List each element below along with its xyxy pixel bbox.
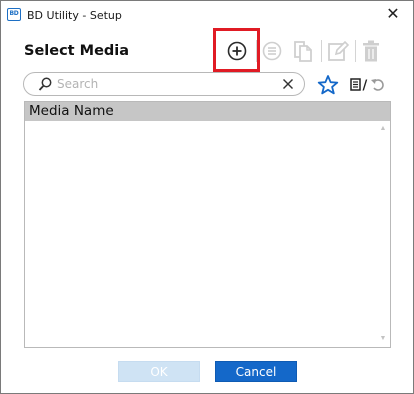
app-icon: BD: [7, 8, 21, 21]
add-media-button[interactable]: [226, 40, 248, 67]
document-icon: [350, 78, 361, 91]
search-icon: [38, 77, 52, 91]
toggle-separator: /: [363, 79, 368, 94]
delete-button[interactable]: [361, 39, 381, 68]
view-toggle[interactable]: /: [349, 76, 389, 99]
vertical-scrollbar[interactable]: ▲ ▼: [376, 121, 390, 347]
star-icon: [317, 75, 339, 95]
favorite-filter-button[interactable]: [317, 74, 339, 101]
column-header-media-name[interactable]: Media Name: [25, 102, 390, 121]
title-bar: BD BD Utility - Setup ✕: [1, 1, 413, 29]
copy-button[interactable]: [292, 39, 314, 68]
search-input[interactable]: [57, 75, 277, 93]
document-refresh-toggle: /: [350, 78, 384, 94]
edit-icon: [328, 40, 350, 61]
toolbar-separator: [355, 40, 356, 62]
copy-icon: [294, 41, 312, 62]
clear-search-icon[interactable]: [282, 78, 294, 90]
scroll-down-arrow[interactable]: ▼: [379, 335, 387, 343]
details-button[interactable]: [261, 40, 283, 67]
delete-icon: [363, 40, 379, 62]
list-circle-icon: [262, 41, 282, 61]
cancel-button[interactable]: Cancel: [215, 361, 297, 382]
ok-button[interactable]: OK: [118, 361, 200, 382]
refresh-icon: [371, 79, 384, 91]
toolbar-separator: [321, 40, 322, 62]
scroll-up-arrow[interactable]: ▲: [379, 125, 387, 133]
search-box: [23, 72, 305, 96]
window-title: BD Utility - Setup: [27, 9, 122, 22]
media-list[interactable]: Media Name ▲ ▼: [24, 101, 391, 348]
setup-dialog: BD BD Utility - Setup ✕ Select Media Sea…: [0, 0, 414, 394]
page-title: Select Media: [24, 43, 130, 59]
add-circle-icon: [227, 41, 247, 61]
edit-button[interactable]: [327, 39, 350, 68]
toolbar-separator: [256, 40, 257, 62]
close-button[interactable]: ✕: [373, 1, 413, 29]
